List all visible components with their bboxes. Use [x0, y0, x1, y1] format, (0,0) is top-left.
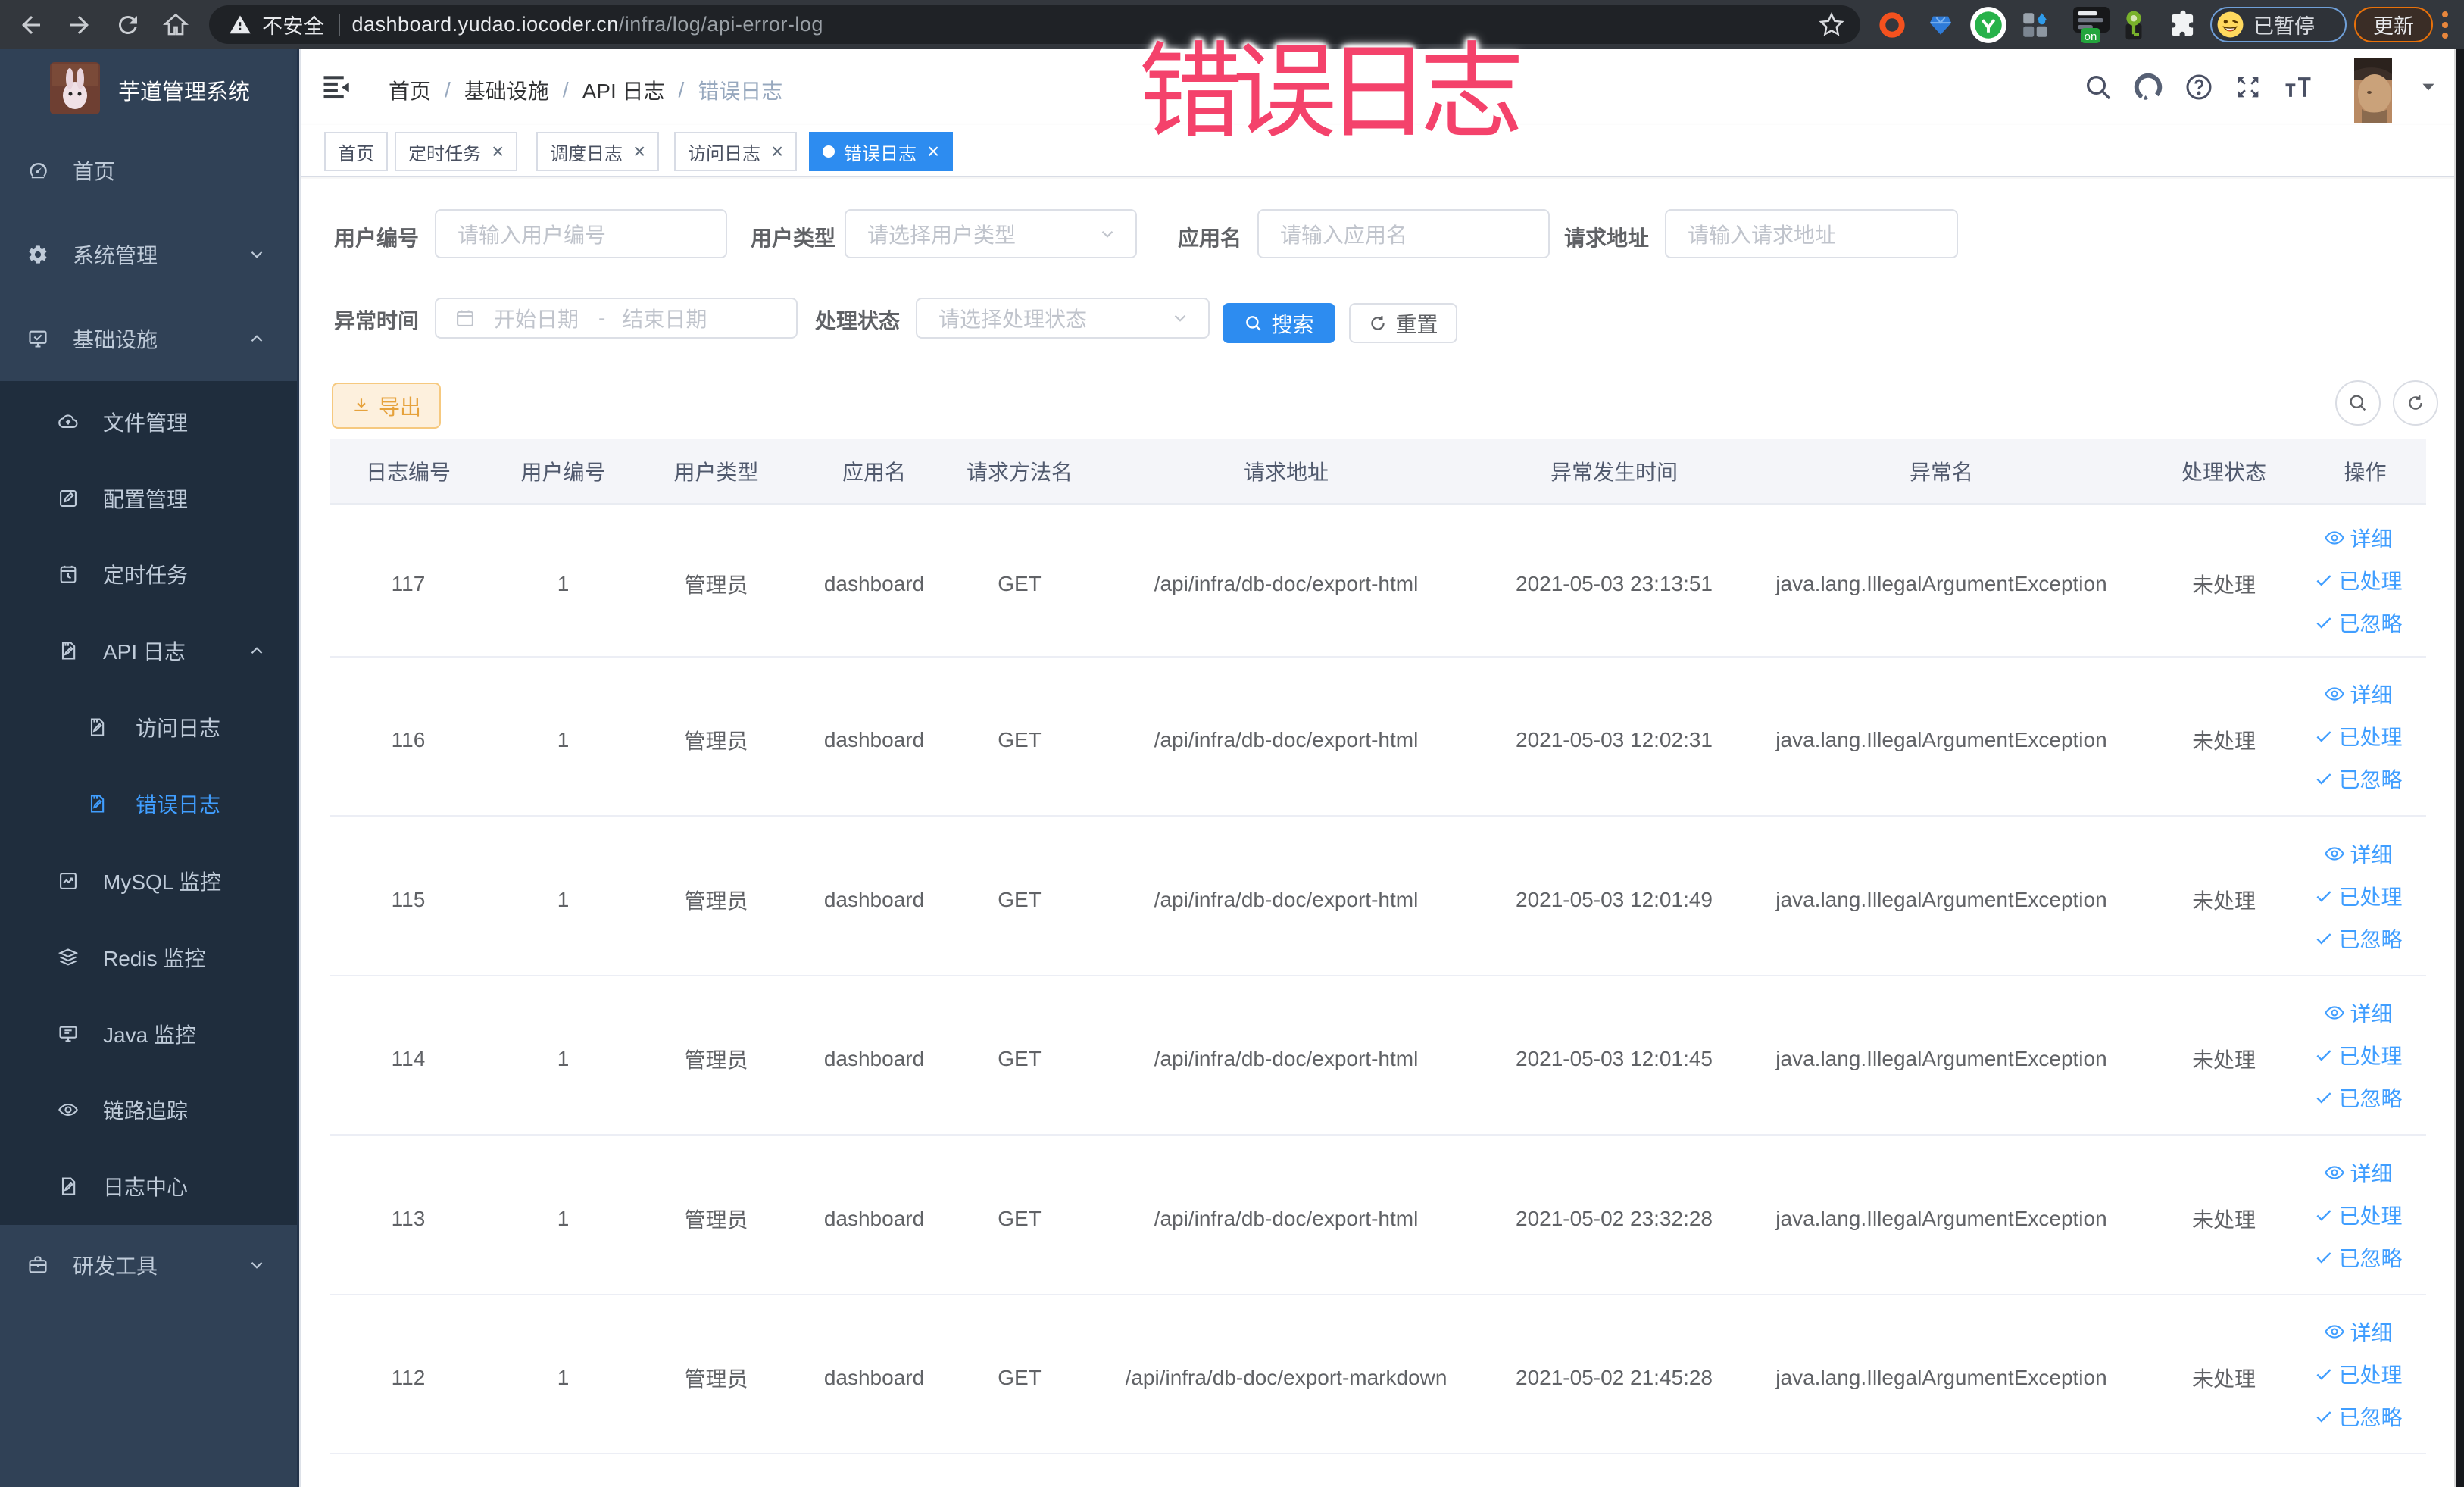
svg-text:on: on [2085, 30, 2097, 43]
